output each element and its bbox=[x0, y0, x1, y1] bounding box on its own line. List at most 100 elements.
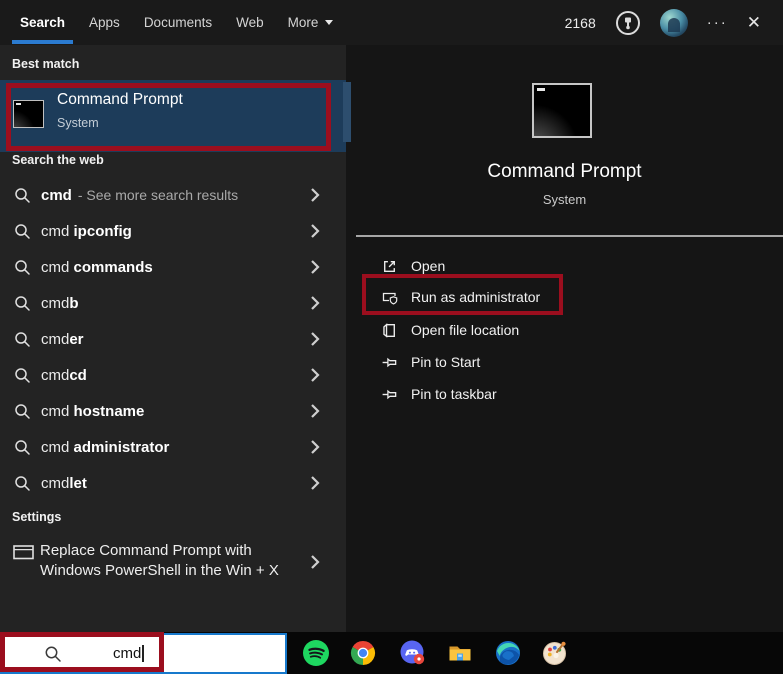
search-icon bbox=[45, 646, 61, 662]
chevron-right-icon bbox=[311, 332, 320, 346]
tab-search-label: Search bbox=[20, 15, 66, 30]
suggestion-text: cmd hostname bbox=[41, 403, 144, 420]
taskbar-icon-chrome[interactable] bbox=[350, 640, 376, 666]
action-open[interactable]: Open bbox=[346, 251, 783, 281]
action-run-as-administrator[interactable]: Run as administrator bbox=[346, 282, 783, 312]
chevron-right-icon bbox=[311, 555, 320, 569]
rewards-points: 2168 bbox=[564, 14, 596, 31]
best-match-result-command-prompt[interactable]: Command Prompt System bbox=[0, 80, 346, 152]
search-icon bbox=[15, 223, 30, 239]
search-icon bbox=[15, 403, 30, 419]
text-caret bbox=[142, 645, 144, 662]
chevron-right-icon bbox=[311, 224, 320, 238]
taskbar-icon-discord[interactable] bbox=[400, 640, 426, 666]
best-match-app-name: Command Prompt bbox=[57, 91, 183, 108]
taskbar: cmd bbox=[0, 632, 783, 674]
web-suggestion-cmd-ipconfig[interactable]: cmd ipconfig bbox=[0, 213, 346, 249]
pin-icon bbox=[382, 357, 397, 367]
search-filter-tabs: Search Apps Documents Web More bbox=[11, 0, 334, 45]
search-topbar: Search Apps Documents Web More 2168 ··· … bbox=[0, 0, 783, 45]
best-match-header: Best match bbox=[12, 57, 80, 71]
chevron-right-icon bbox=[311, 188, 320, 202]
pin-icon bbox=[382, 389, 397, 399]
action-pin-to-taskbar[interactable]: Pin to taskbar bbox=[346, 379, 783, 409]
suggestion-text: cmd ipconfig bbox=[41, 223, 132, 240]
web-suggestion-cmder[interactable]: cmder bbox=[0, 321, 346, 357]
tab-more[interactable]: More bbox=[288, 0, 334, 45]
action-open-file-location[interactable]: Open file location bbox=[346, 315, 783, 345]
taskbar-icon-paint[interactable] bbox=[542, 640, 568, 666]
web-suggestion-cmd-commands[interactable]: cmd commands bbox=[0, 249, 346, 285]
more-options-icon[interactable]: ··· bbox=[707, 15, 728, 30]
see-more-label: - See more search results bbox=[77, 186, 239, 203]
settings-result-text: Replace Command Prompt with Windows Powe… bbox=[40, 541, 279, 581]
tab-documents-label: Documents bbox=[143, 15, 213, 30]
taskbar-icon-edge[interactable] bbox=[495, 640, 521, 666]
suggestion-pre: cmd bbox=[41, 438, 74, 456]
suggestion-bold: b bbox=[69, 294, 79, 312]
preview-app-type: System bbox=[542, 192, 587, 207]
best-match-app-type: System bbox=[57, 116, 99, 130]
user-avatar[interactable] bbox=[659, 8, 688, 37]
command-prompt-icon-large bbox=[532, 83, 592, 138]
suggestion-pre: cmd bbox=[41, 402, 74, 420]
settings-result-line1: Replace Command Prompt with bbox=[40, 542, 252, 559]
suggestion-bold: cd bbox=[69, 366, 87, 384]
chevron-right-icon bbox=[311, 260, 320, 274]
tab-apps-label: Apps bbox=[89, 15, 120, 30]
suggestion-bold: commands bbox=[73, 258, 153, 276]
close-icon[interactable]: ✕ bbox=[747, 14, 761, 31]
rewards-trophy-icon[interactable] bbox=[615, 10, 641, 36]
action-pin-to-start[interactable]: Pin to Start bbox=[346, 347, 783, 377]
tab-apps[interactable]: Apps bbox=[89, 0, 120, 45]
suggestion-text: cmder bbox=[41, 331, 84, 348]
tab-search[interactable]: Search bbox=[11, 0, 74, 45]
tab-documents[interactable]: Documents bbox=[144, 0, 212, 45]
search-icon bbox=[15, 475, 30, 491]
search-icon bbox=[15, 367, 30, 383]
suggestion-bold: ipconfig bbox=[73, 222, 132, 240]
search-icon bbox=[15, 187, 30, 203]
chevron-right-icon bbox=[311, 368, 320, 382]
search-icon bbox=[15, 439, 30, 455]
search-icon bbox=[15, 295, 30, 311]
settings-header: Settings bbox=[12, 510, 62, 524]
suggestion-text: cmd administrator bbox=[41, 439, 169, 456]
suggestion-pre: cmd bbox=[41, 474, 70, 492]
suggestion-query: cmd bbox=[41, 186, 72, 204]
admin-shield-icon bbox=[382, 292, 398, 305]
suggestion-pre: cmd bbox=[41, 366, 70, 384]
search-icon bbox=[15, 331, 30, 347]
tab-web-label: Web bbox=[236, 15, 264, 30]
suggestion-text: cmdcd bbox=[41, 367, 87, 384]
web-suggestion-cmdb[interactable]: cmdb bbox=[0, 285, 346, 321]
action-run-as-administrator-label: Run as administrator bbox=[411, 289, 541, 305]
action-pin-to-start-label: Pin to Start bbox=[411, 354, 481, 370]
settings-result-replace-command-prompt[interactable]: Replace Command Prompt with Windows Powe… bbox=[0, 532, 346, 592]
action-pin-to-taskbar-label: Pin to taskbar bbox=[411, 386, 497, 402]
web-suggestion-see-more[interactable]: cmd - See more search results bbox=[0, 177, 346, 213]
tab-web[interactable]: Web bbox=[236, 0, 264, 45]
suggestion-bold: administrator bbox=[73, 438, 170, 456]
suggestion-bold: let bbox=[69, 474, 87, 492]
taskbar-icon-spotify[interactable] bbox=[303, 640, 329, 666]
suggestion-pre: cmd bbox=[41, 222, 74, 240]
suggestion-pre: cmd bbox=[41, 294, 70, 312]
result-preview-panel: Command Prompt System Open Run as admini… bbox=[346, 45, 783, 632]
command-prompt-icon bbox=[13, 100, 44, 128]
taskbar-search-input[interactable]: cmd bbox=[0, 633, 287, 674]
tab-more-label: More bbox=[287, 15, 319, 30]
web-suggestion-cmd-administrator[interactable]: cmd administrator bbox=[0, 429, 346, 465]
scrollbar-thumb[interactable] bbox=[343, 82, 351, 142]
action-open-label: Open bbox=[411, 258, 446, 274]
suggestion-bold: hostname bbox=[73, 402, 145, 420]
suggestion-pre: cmd bbox=[41, 330, 70, 348]
settings-result-line2: Windows PowerShell in the Win + X bbox=[40, 562, 279, 579]
search-the-web-header: Search the web bbox=[12, 153, 104, 167]
web-suggestion-cmd-hostname[interactable]: cmd hostname bbox=[0, 393, 346, 429]
taskbar-icon-file-explorer[interactable] bbox=[447, 640, 473, 666]
window-setting-icon bbox=[13, 545, 34, 560]
web-suggestion-cmdlet[interactable]: cmdlet bbox=[0, 465, 346, 501]
web-suggestion-cmdcd[interactable]: cmdcd bbox=[0, 357, 346, 393]
windows-search-screen: Search Apps Documents Web More 2168 ··· … bbox=[0, 0, 783, 674]
